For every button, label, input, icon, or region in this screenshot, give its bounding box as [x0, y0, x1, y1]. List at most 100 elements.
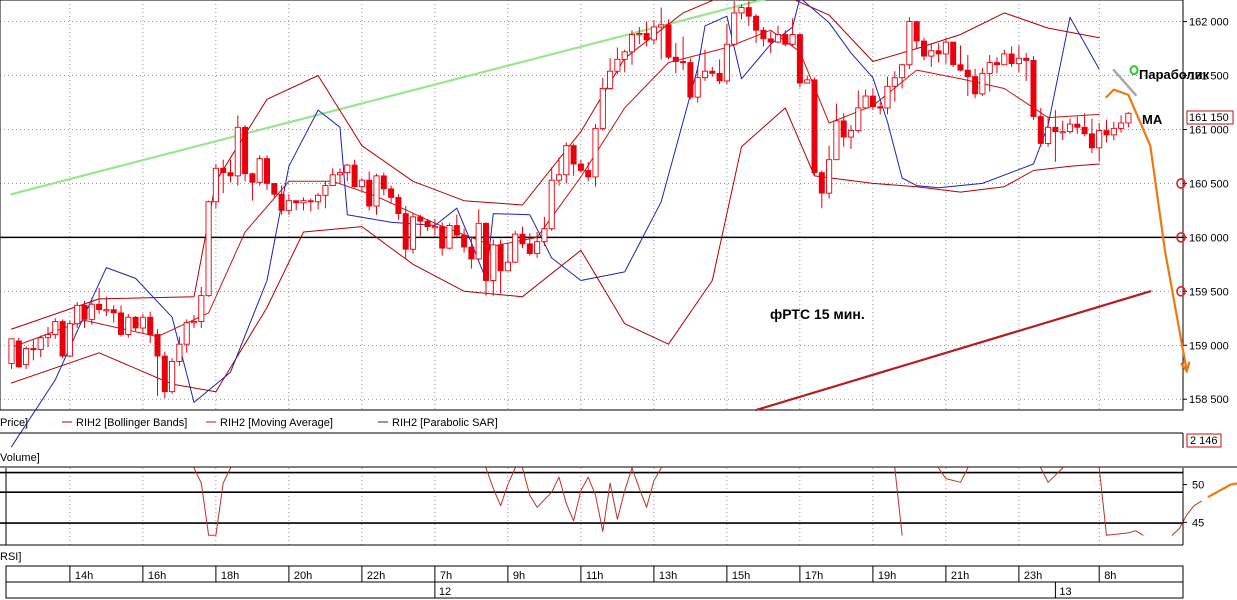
candle-body-31 [234, 126, 241, 177]
time-hour-label-8: 13h [659, 570, 677, 582]
candle-body-97 [716, 72, 723, 82]
candle-body-65 [482, 222, 489, 281]
candle-body-35 [263, 158, 270, 184]
trading-chart: 158 500 159 000 159 500 160 000 160 500 161 0… [0, 0, 1237, 600]
candle-body-71 [526, 243, 533, 254]
time-hour-label-2: 18h [221, 570, 239, 582]
candle-body-54 [402, 213, 409, 250]
time-axis-dates-row [5, 581, 1184, 599]
time-hour-label-7: 11h [586, 570, 604, 582]
candle-body-23 [176, 343, 183, 362]
time-hour-label-3: 20h [294, 570, 312, 582]
candle-body-96 [709, 70, 716, 74]
candle-body-21 [161, 355, 168, 393]
candle-body-82 [607, 70, 614, 89]
candle-body-25 [190, 321, 198, 324]
candle-body-40 [300, 200, 307, 204]
candle-body-79 [585, 170, 592, 178]
candle-body-138 [1015, 57, 1022, 65]
candle-body-130 [957, 64, 964, 71]
candle-body-30 [227, 172, 234, 177]
candle-body-16 [125, 316, 132, 335]
candle-body-116 [855, 107, 862, 132]
candle-body-145 [1066, 123, 1074, 133]
candle-body-56 [417, 216, 424, 222]
candle-body-86 [636, 32, 643, 36]
candle-body-51 [380, 175, 387, 190]
price-ytick-label-4: 160 500 [1189, 178, 1229, 190]
candle-body-48 [358, 179, 365, 188]
candle-body-77 [570, 145, 577, 165]
candle-body-133 [979, 72, 986, 95]
candle-body-100 [738, 7, 745, 14]
candle-body-92 [680, 61, 687, 64]
price-ytick-label-2: 159 500 [1189, 286, 1229, 298]
candle-body-131 [964, 69, 971, 78]
rsi-ytick-label-1: 50 [1192, 480, 1204, 492]
legend-sar: RIH2 [Parabolic SAR] [392, 417, 498, 429]
candle-body-108 [796, 34, 803, 84]
candle-body-27 [205, 201, 212, 297]
candle-body-119 [877, 106, 884, 109]
candle-body-13 [103, 309, 110, 312]
candle-body-43 [322, 185, 329, 196]
candle-body-124 [913, 21, 920, 42]
time-date-label-1: 13 [1059, 586, 1071, 598]
volume-value-label: 2 146 [1190, 435, 1218, 447]
candle-body-2 [23, 348, 30, 366]
candle-body-72 [534, 241, 541, 255]
candle-body-94 [694, 77, 701, 98]
legend-bollinger: RIH2 [Bollinger Bands] [76, 417, 187, 429]
candle-body-41 [307, 200, 314, 203]
time-hour-label-9: 15h [732, 570, 750, 582]
candle-body-81 [599, 88, 606, 129]
legend-price: Price] [0, 417, 28, 429]
candle-body-20 [154, 334, 161, 357]
candle-body-32 [242, 126, 249, 175]
candle-body-149 [1096, 130, 1103, 149]
candle-body-89 [658, 24, 665, 28]
candle-body-49 [366, 179, 373, 207]
candle-body-137 [1008, 53, 1015, 65]
candle-body-62 [461, 234, 468, 248]
candle-body-104 [767, 38, 774, 43]
candle-body-118 [869, 95, 876, 108]
candle-body-38 [285, 200, 292, 211]
candle-body-50 [373, 175, 380, 207]
candle-body-55 [409, 216, 417, 250]
candle-body-142 [1045, 126, 1052, 144]
time-hour-label-13: 23h [1024, 570, 1042, 582]
candle-body-98 [723, 43, 730, 82]
time-hour-label-11: 19h [878, 570, 896, 582]
price-ytick-label-1: 159 000 [1189, 340, 1229, 352]
candle-body-60 [446, 225, 453, 249]
candle-body-146 [1074, 123, 1081, 128]
candle-body-37 [278, 193, 285, 211]
candle-body-90 [665, 24, 672, 58]
candle-body-29 [220, 167, 227, 174]
candle-body-76 [563, 145, 570, 176]
candle-body-110 [811, 79, 818, 174]
candle-body-122 [899, 64, 906, 79]
price-ytick-label-7: 162 000 [1189, 17, 1229, 29]
price-ytick-label-0: 158 500 [1189, 394, 1229, 406]
candle-body-114 [840, 120, 847, 138]
time-hour-label-12: 21h [951, 570, 969, 582]
candle-body-78 [577, 163, 584, 171]
candle-body-61 [453, 225, 460, 236]
price-ytick-label-3: 160 000 [1189, 232, 1229, 244]
candle-body-14 [110, 309, 117, 314]
candle-body-10 [81, 304, 88, 320]
candle-body-140 [1030, 60, 1037, 117]
candle-body-106 [782, 34, 789, 45]
time-hour-label-6: 9h [513, 570, 525, 582]
candle-body-127 [935, 50, 942, 55]
candle-body-58 [431, 226, 438, 229]
candle-body-36 [271, 183, 278, 195]
candle-body-152 [1118, 122, 1125, 129]
candle-body-68 [504, 261, 511, 272]
candle-body-24 [183, 322, 190, 345]
candle-body-101 [745, 7, 752, 17]
candle-body-132 [972, 76, 979, 95]
candle-body-67 [497, 244, 504, 272]
